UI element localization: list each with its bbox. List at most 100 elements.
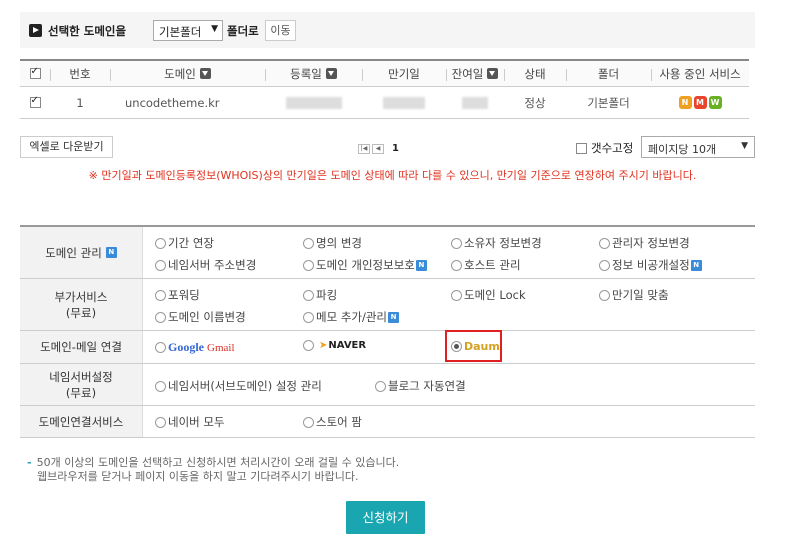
folder-select[interactable]: 기본폴더 ▼ (153, 20, 223, 41)
radio-icon (451, 237, 462, 249)
header-domain[interactable]: 도메인 (110, 61, 265, 86)
option-domain-lock[interactable]: 도메인 Lock (451, 287, 526, 303)
header-status: 상태 (524, 66, 546, 81)
radio-icon (155, 311, 166, 323)
radio-icon (155, 380, 166, 392)
footer-note: -50개 이상의 도메인을 선택하고 신청하시면 처리시간이 오래 걸릴 수 있… (27, 456, 400, 483)
domain-table: 번호 도메인 등록일 만기일 잔여일 상태 폴더 사용 중인 서비스 1 unc… (20, 59, 749, 119)
row-services: N M W (651, 87, 749, 118)
option-admin-info[interactable]: 관리자 정보변경 (599, 235, 690, 251)
row-extra-services: 부가서비스 (무료) 포워딩 파킹 도메인 Lock 만기일 맞춤 도메인 이름변… (20, 279, 755, 331)
option-blog-connect[interactable]: 블로그 자동연결 (375, 378, 466, 394)
redacted-remaining (462, 96, 488, 109)
dropdown-arrow-icon: ▼ (741, 141, 748, 151)
radio-icon (303, 311, 314, 323)
table-row: 1 uncodetheme.kr 정상 기본폴더 N M W (20, 87, 749, 119)
move-label-before: 선택한 도메인을 (48, 24, 127, 38)
connect-service-label: 도메인연결서비스 (20, 406, 143, 437)
naver-logo: NAVER (328, 340, 367, 351)
fix-count-toggle[interactable]: 갯수고정 (576, 140, 633, 156)
play-icon (29, 24, 42, 37)
option-google-gmail[interactable]: Google Gmail (155, 340, 235, 355)
first-page-icon[interactable]: |◀ (358, 143, 370, 154)
selected-option-highlight (445, 330, 502, 362)
radio-icon (303, 237, 314, 249)
row-folder: 기본폴더 (587, 95, 630, 110)
domain-mail-label: 도메인-메일 연결 (20, 331, 143, 363)
option-naver[interactable]: ➤ NAVER (303, 340, 366, 351)
header-reg-date[interactable]: 등록일 (265, 61, 362, 86)
move-label-after: 폴더로 (227, 24, 259, 38)
move-button[interactable]: 이동 (265, 20, 296, 41)
radio-icon (155, 259, 166, 271)
header-folder: 폴더 (597, 66, 620, 81)
radio-icon (599, 259, 610, 271)
header-services: 사용 중인 서비스 (659, 66, 741, 81)
row-no: 1 (76, 95, 84, 110)
radio-icon (155, 289, 166, 301)
gmail-logo: Gmail (207, 341, 235, 354)
radio-icon (599, 289, 610, 301)
radio-icon (303, 340, 314, 351)
row-domain[interactable]: uncodetheme.kr (110, 87, 265, 118)
option-forwarding[interactable]: 포워딩 (155, 287, 200, 303)
option-nameserver-change[interactable]: 네임서버 주소변경 (155, 257, 256, 273)
google-logo: Google (168, 340, 204, 354)
option-privacy[interactable]: 도메인 개인정보보호 N (303, 257, 427, 273)
option-memo[interactable]: 메모 추가/관리 N (303, 309, 400, 325)
radio-icon (155, 416, 166, 428)
row-domain-mgmt: 도메인 관리 N 기간 연장 명의 변경 소유자 정보변경 관리자 정보변경 네임… (20, 227, 755, 279)
pagination: |◀ ◀ 1 (358, 143, 399, 154)
sort-icon[interactable] (325, 68, 337, 79)
radio-icon (451, 289, 462, 301)
option-naver-modoo[interactable]: 네이버 모두 (155, 414, 225, 430)
option-private-setting[interactable]: 정보 비공개설정 N (599, 257, 702, 273)
option-host-mgmt[interactable]: 호스트 관리 (451, 257, 521, 273)
radio-icon (303, 416, 314, 428)
header-remaining[interactable]: 잔여일 (446, 61, 504, 86)
fix-count-checkbox[interactable] (576, 142, 587, 154)
naver-logo-icon: ➤ (319, 340, 328, 351)
option-expiry-match[interactable]: 만기일 맞춤 (599, 287, 669, 303)
option-name-change[interactable]: 명의 변경 (303, 235, 362, 251)
option-store-farm[interactable]: 스토어 팜 (303, 414, 362, 430)
row-status: 정상 (524, 95, 546, 110)
expiry-notice: ※ 만기일과 도메인등록정보(WHOIS)상의 만기일은 도메인 상태에 따라 … (88, 169, 697, 182)
sort-icon[interactable] (199, 68, 211, 79)
dropdown-arrow-icon: ▼ (211, 24, 218, 34)
radio-icon (155, 342, 166, 353)
mail-service-icon[interactable]: M (693, 96, 707, 109)
prev-page-icon[interactable]: ◀ (372, 143, 384, 154)
select-all-checkbox[interactable] (29, 66, 41, 79)
radio-icon (375, 380, 386, 392)
current-page[interactable]: 1 (392, 143, 399, 154)
row-nameserver: 네임서버설정 (무료) 네임서버(서브도메인) 설정 관리 블로그 자동연결 (20, 364, 755, 406)
extra-services-label: 부가서비스 (무료) (20, 279, 143, 330)
service-grid: 도메인 관리 N 기간 연장 명의 변경 소유자 정보변경 관리자 정보변경 네임… (20, 225, 755, 438)
radio-icon (599, 237, 610, 249)
option-owner-info[interactable]: 소유자 정보변경 (451, 235, 542, 251)
web-service-icon[interactable]: W (708, 96, 722, 109)
naver-service-icon[interactable]: N (678, 96, 692, 109)
nameserver-label: 네임서버설정 (무료) (20, 364, 143, 405)
radio-icon (303, 259, 314, 271)
new-badge-icon: N (388, 311, 400, 323)
new-badge-icon: N (415, 259, 427, 271)
option-period-extend[interactable]: 기간 연장 (155, 235, 214, 251)
option-domain-rename[interactable]: 도메인 이름변경 (155, 309, 246, 325)
redacted-exp-date (383, 96, 425, 109)
domain-mgmt-label: 도메인 관리 N (20, 227, 143, 278)
move-folder-bar: 선택한 도메인을 기본폴더 ▼ 폴더로 이동 (20, 12, 755, 48)
per-page-select[interactable]: 페이지당 10개 ▼ (641, 136, 755, 158)
row-checkbox[interactable] (29, 95, 41, 108)
dash-icon: - (27, 456, 32, 469)
option-parking[interactable]: 파킹 (303, 287, 337, 303)
apply-button[interactable]: 신청하기 (346, 501, 425, 534)
table-header: 번호 도메인 등록일 만기일 잔여일 상태 폴더 사용 중인 서비스 (20, 59, 749, 87)
excel-download-button[interactable]: 엑셀로 다운받기 (20, 136, 113, 158)
new-badge-icon: N (690, 259, 702, 271)
option-subdomain-ns[interactable]: 네임서버(서브도메인) 설정 관리 (155, 378, 322, 394)
sort-icon[interactable] (487, 68, 499, 79)
redacted-reg-date (285, 96, 342, 109)
header-no: 번호 (69, 66, 91, 81)
